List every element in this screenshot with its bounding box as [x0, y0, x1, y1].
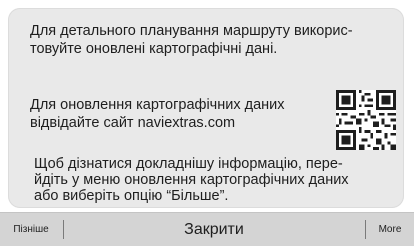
later-button[interactable]: Пізніше	[0, 213, 62, 246]
bottom-action-bar: Пізніше Закрити More	[0, 212, 414, 246]
route-planning-message: Для детального планування маршруту викор…	[30, 23, 353, 57]
map-update-screen: Для детального планування маршруту викор…	[0, 0, 414, 246]
more-button[interactable]: More	[366, 213, 414, 246]
qr-code-icon	[336, 90, 396, 150]
more-info-message: Щоб дізнатися докладнішу інформацію, пер…	[34, 156, 349, 204]
message-panel: Для детального планування маршруту викор…	[8, 8, 404, 208]
close-button[interactable]: Закрити	[64, 213, 364, 246]
more-button-label: More	[378, 224, 402, 235]
website-message: Для оновлення картографічних даних відві…	[30, 97, 285, 131]
later-button-label: Пізніше	[13, 224, 49, 235]
close-button-label: Закрити	[184, 220, 244, 238]
